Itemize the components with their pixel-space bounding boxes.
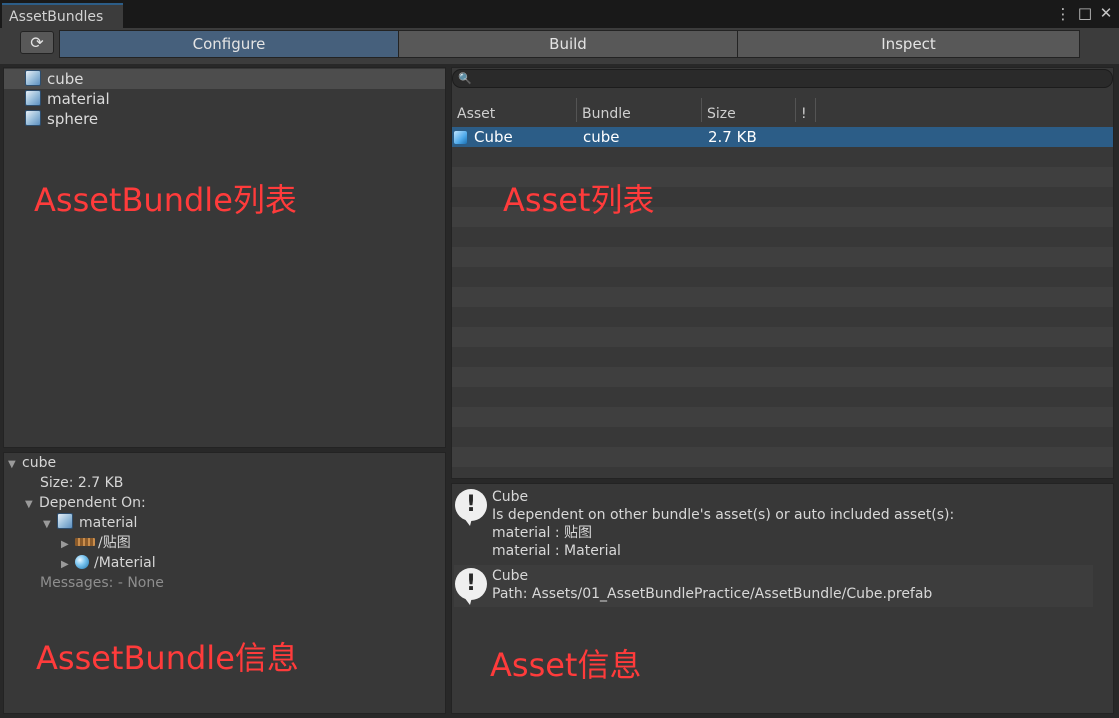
tree-node-cube[interactable]: ▼ cube	[8, 453, 56, 475]
maximize-icon[interactable]: □	[1076, 6, 1094, 24]
tree-node-dependent-on[interactable]: ▼ Dependent On:	[25, 493, 146, 515]
collapsed-triangle-icon[interactable]: ▶	[61, 535, 75, 555]
texture-icon	[75, 538, 95, 546]
more-menu-icon[interactable]: ⋮	[1055, 7, 1071, 23]
empty-row	[452, 287, 1113, 307]
tree-node-label: Dependent On:	[39, 495, 146, 511]
bundle-item-cube[interactable]: cube	[4, 69, 445, 89]
message-line: material : 贴图	[492, 525, 593, 541]
bundle-list-annotation: AssetBundle列表	[34, 181, 297, 219]
window-tab-title: AssetBundles	[9, 9, 104, 25]
column-header-warning[interactable]: !	[796, 98, 815, 126]
bundle-item-label: cube	[47, 70, 84, 88]
column-header-bundle[interactable]: Bundle	[577, 98, 701, 126]
prefab-cube-icon	[25, 90, 41, 106]
window-tab-assetbundles[interactable]: AssetBundles	[2, 3, 123, 28]
asset-info-annotation: Asset信息	[490, 646, 642, 684]
message-line: material : Material	[492, 543, 621, 559]
size-cell: 2.7 KB	[708, 128, 757, 146]
tree-node-material[interactable]: ▼ material	[43, 513, 137, 535]
bundle-messages-text: Messages: - None	[40, 575, 164, 591]
message-line: Is dependent on other bundle's asset(s) …	[492, 507, 955, 523]
search-icon: 🔍	[458, 72, 472, 85]
asset-cell: Cube	[454, 127, 574, 147]
asset-list-annotation: Asset列表	[503, 181, 655, 219]
prefab-cube-icon	[57, 513, 73, 529]
prefab-cube-icon	[25, 110, 41, 126]
bundle-list-panel: cube material sphere AssetBundle列表	[3, 67, 446, 448]
column-header-size[interactable]: Size	[702, 98, 795, 126]
empty-row	[452, 327, 1113, 347]
tab-inspect[interactable]: Inspect	[737, 30, 1080, 58]
asset-name: Cube	[474, 128, 513, 146]
warning-icon: !	[455, 568, 487, 600]
prefab-cube-icon	[25, 70, 41, 86]
warning-icon-tail	[464, 597, 472, 605]
expanded-triangle-icon[interactable]: ▼	[25, 495, 39, 515]
bundle-item-label: material	[47, 90, 110, 108]
column-header-asset[interactable]: Asset	[452, 98, 576, 126]
empty-row	[452, 407, 1113, 427]
collapsed-triangle-icon[interactable]: ▶	[61, 555, 75, 575]
bundle-item-material[interactable]: material	[4, 89, 445, 109]
refresh-button[interactable]: ⟳	[20, 31, 54, 54]
tab-configure[interactable]: Configure	[59, 30, 399, 58]
warning-icon: !	[455, 489, 487, 521]
empty-row	[452, 247, 1113, 267]
tree-node-label: cube	[22, 455, 57, 471]
bundle-cell: cube	[583, 128, 620, 146]
tree-node-label: material	[79, 515, 138, 531]
warning-icon-tail	[464, 518, 472, 526]
tab-build[interactable]: Build	[398, 30, 738, 58]
tree-node-material-asset[interactable]: ▶ /Material	[61, 553, 156, 575]
expanded-triangle-icon[interactable]: ▼	[8, 455, 22, 475]
tree-node-label: /Material	[94, 555, 156, 571]
search-input[interactable]	[452, 69, 1113, 88]
bundle-item-sphere[interactable]: sphere	[4, 109, 445, 129]
window-tab-bar	[0, 0, 1119, 28]
empty-row	[452, 367, 1113, 387]
message-line: Path: Assets/01_AssetBundlePractice/Asse…	[492, 586, 933, 602]
tree-node-texture[interactable]: ▶ /贴图	[61, 533, 131, 555]
empty-row	[452, 447, 1113, 467]
expanded-triangle-icon[interactable]: ▼	[43, 515, 57, 535]
bundle-size-text: Size: 2.7 KB	[40, 475, 124, 491]
prefab-cube-icon	[454, 131, 467, 144]
refresh-icon: ⟳	[30, 33, 44, 52]
tree-node-label: /贴图	[98, 535, 131, 551]
message-line: Cube	[492, 568, 529, 584]
bundle-item-label: sphere	[47, 110, 99, 128]
column-divider[interactable]	[815, 98, 816, 122]
material-sphere-icon	[75, 555, 89, 569]
bundle-info-annotation: AssetBundle信息	[36, 639, 299, 677]
message-line: Cube	[492, 489, 529, 505]
close-icon[interactable]: ✕	[1097, 6, 1115, 24]
